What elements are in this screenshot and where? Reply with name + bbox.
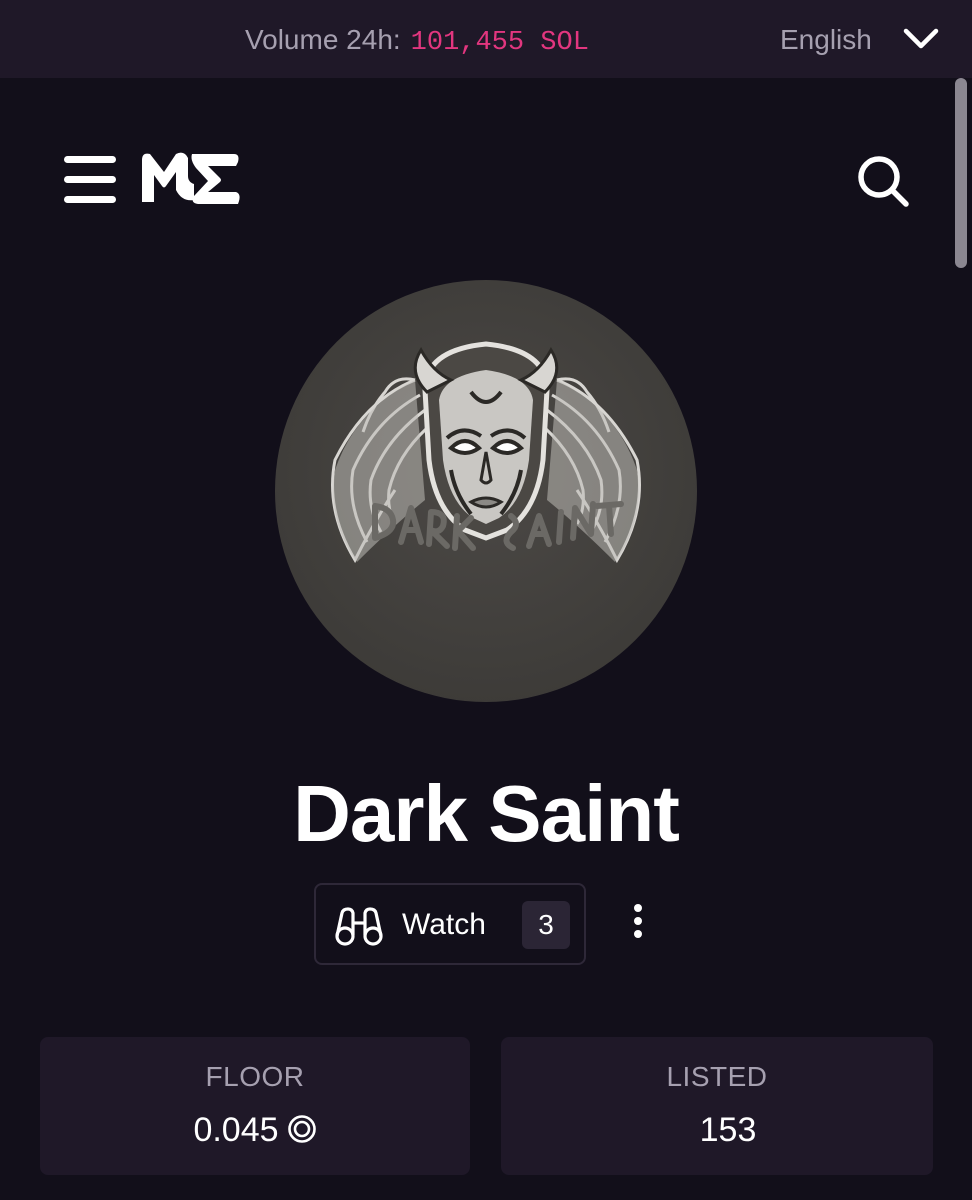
watch-count-badge: 3 <box>522 901 570 949</box>
floor-price-value: 0.045 <box>193 1111 279 1149</box>
dark-saint-logo <box>331 341 641 564</box>
sol-icon <box>287 1115 316 1143</box>
stat-card-listed: LISTED 153 <box>501 1037 933 1175</box>
stat-label-listed: LISTED <box>666 1061 768 1092</box>
watch-label: Watch <box>402 908 486 941</box>
volume-label: Volume 24h: <box>245 24 401 55</box>
stat-value-listed: 153 <box>699 1111 757 1149</box>
volume-value: 101,455 SOL <box>410 28 589 58</box>
hamburger-menu-icon[interactable] <box>62 154 118 206</box>
volume-24h: Volume 24h: 101,455 SOL <box>245 20 589 60</box>
top-bar: Volume 24h: 101,455 SOL English <box>0 0 972 78</box>
chevron-down-icon[interactable] <box>902 24 940 54</box>
search-icon[interactable] <box>855 153 911 209</box>
magic-eden-logo[interactable] <box>138 148 242 210</box>
more-options-icon[interactable] <box>627 902 649 942</box>
scrollbar[interactable] <box>955 78 967 268</box>
binoculars-icon <box>335 907 383 946</box>
stat-label-floor: FLOOR <box>205 1061 305 1092</box>
stat-card-floor: FLOOR 0.045 <box>40 1037 470 1175</box>
watch-button[interactable]: Watch 3 <box>314 883 586 965</box>
page: Volume 24h: 101,455 SOL English Dark Sai… <box>0 0 972 1200</box>
collection-title: Dark Saint <box>293 769 680 858</box>
stat-value-floor: 0.045 <box>40 1109 470 1151</box>
collection-avatar <box>275 280 697 702</box>
language-selector[interactable]: English <box>780 20 872 60</box>
